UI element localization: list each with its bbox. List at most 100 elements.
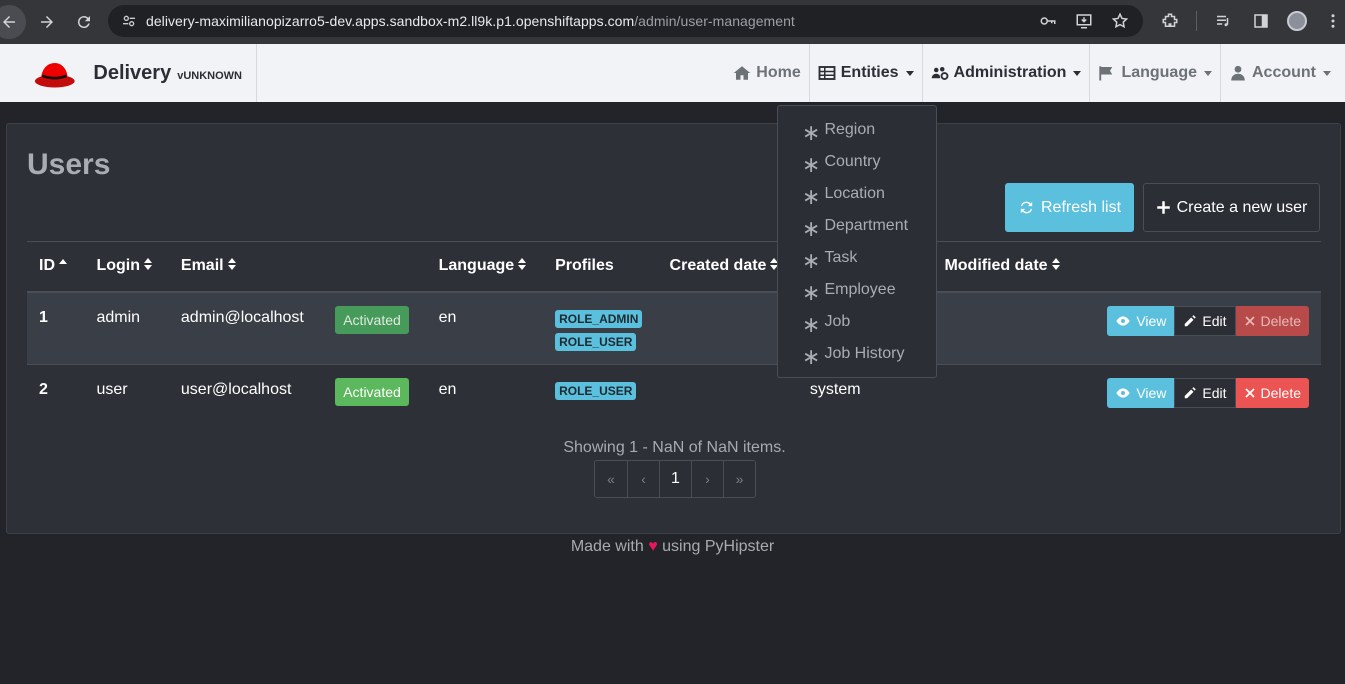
chevron-down-icon bbox=[1204, 70, 1212, 76]
create-user-button[interactable]: Create a new user bbox=[1143, 183, 1320, 232]
edit-button[interactable]: Edit bbox=[1174, 305, 1236, 336]
plus-icon bbox=[1156, 201, 1170, 214]
column-header-email[interactable]: Email bbox=[168, 241, 324, 293]
column-header-id[interactable]: ID bbox=[27, 241, 85, 293]
nav-entities-label: Entities bbox=[840, 64, 899, 81]
role-badge: ROLE_ADMIN bbox=[555, 309, 643, 328]
user-management-card: Users Refresh list Create a new user ID … bbox=[6, 123, 1341, 534]
pencil-icon bbox=[1185, 387, 1197, 399]
install-app-icon[interactable] bbox=[1073, 10, 1095, 32]
brand-version: vUNKNOWN bbox=[177, 69, 242, 82]
close-icon bbox=[1244, 388, 1255, 398]
sort-icon bbox=[143, 258, 152, 271]
chevron-down-icon bbox=[905, 70, 914, 76]
delete-button[interactable]: Delete bbox=[1235, 305, 1309, 336]
forward-button[interactable] bbox=[30, 5, 64, 39]
cell-email: user@localhost bbox=[180, 381, 292, 398]
nav-home-label: Home bbox=[756, 64, 801, 81]
app-navbar: Delivery vUNKNOWN Home Entities Administ… bbox=[0, 44, 1345, 102]
cell-language: en bbox=[438, 381, 457, 398]
flag-icon bbox=[1099, 66, 1113, 81]
menu-item-job-history[interactable]: ∗ Job History bbox=[778, 338, 936, 370]
browser-toolbar: delivery-maximilianopizarro5-dev.apps.sa… bbox=[0, 0, 1345, 44]
column-header-profiles: Profiles bbox=[543, 241, 658, 293]
cell-status: Activated bbox=[323, 365, 426, 435]
activated-badge[interactable]: Activated bbox=[335, 305, 409, 334]
nav-language-label: Language bbox=[1121, 64, 1197, 81]
reload-icon bbox=[77, 16, 90, 29]
menu-item-employee[interactable]: ∗ Employee bbox=[778, 274, 936, 306]
nav-administration-label: Administration bbox=[953, 64, 1067, 81]
divider bbox=[1196, 11, 1197, 31]
chevron-down-icon bbox=[1323, 70, 1331, 76]
column-header-language[interactable]: Language bbox=[426, 241, 544, 293]
asterisk-icon: ∗ bbox=[802, 280, 821, 305]
cell-id[interactable]: 1 bbox=[27, 291, 85, 365]
more-menu-icon[interactable] bbox=[1321, 6, 1345, 36]
users-cog-icon bbox=[931, 67, 948, 80]
menu-item-task[interactable]: ∗ Task bbox=[778, 242, 936, 274]
nav-home[interactable]: Home bbox=[725, 44, 808, 102]
asterisk-icon: ∗ bbox=[802, 120, 821, 145]
footer-suffix: using PyHipster bbox=[662, 538, 775, 555]
nav-menu: Home Entities Administration Language Ac… bbox=[725, 44, 1345, 102]
sync-icon bbox=[1020, 201, 1033, 214]
delete-button[interactable]: Delete bbox=[1235, 378, 1309, 408]
eye-icon bbox=[1116, 388, 1130, 398]
first-page-button[interactable]: « bbox=[595, 461, 627, 497]
footer: Made with ♥ using PyHipster bbox=[0, 538, 1345, 556]
last-page-button[interactable]: » bbox=[723, 461, 755, 497]
menu-item-location[interactable]: ∗ Location bbox=[778, 178, 936, 210]
role-badge: ROLE_USER bbox=[555, 332, 637, 351]
reload-button[interactable] bbox=[67, 5, 101, 39]
cell-email: admin@localhost bbox=[168, 291, 324, 365]
view-button[interactable]: View bbox=[1107, 305, 1175, 336]
cell-id[interactable]: 2 bbox=[27, 365, 84, 435]
brand-link[interactable]: Delivery vUNKNOWN bbox=[0, 44, 257, 102]
next-page-button[interactable]: › bbox=[691, 461, 723, 497]
edit-button[interactable]: Edit bbox=[1174, 378, 1236, 408]
media-icon[interactable] bbox=[1211, 6, 1235, 36]
column-header-login[interactable]: Login bbox=[84, 241, 169, 293]
page-title: Users bbox=[27, 148, 111, 181]
table-row: 2 user user@localhost Activated en ROLE_… bbox=[27, 365, 1321, 435]
refresh-list-label: Refresh list bbox=[1040, 198, 1122, 216]
sort-icon bbox=[227, 258, 236, 271]
nav-administration[interactable]: Administration bbox=[921, 44, 1090, 102]
menu-item-job[interactable]: ∗ Job bbox=[778, 306, 936, 338]
cell-profiles: ROLE_USER bbox=[543, 365, 657, 435]
heart-icon: ♥ bbox=[648, 538, 658, 555]
side-panel-icon[interactable] bbox=[1249, 6, 1273, 36]
extensions-icon[interactable] bbox=[1158, 6, 1182, 36]
cell-profiles: ROLE_ADMIN ROLE_USER bbox=[543, 291, 658, 365]
profile-avatar[interactable] bbox=[1287, 11, 1307, 31]
asterisk-icon: ∗ bbox=[802, 184, 821, 209]
url-text: delivery-maximilianopizarro5-dev.apps.sa… bbox=[146, 13, 795, 29]
nav-entities[interactable]: Entities bbox=[808, 44, 922, 102]
activated-badge[interactable]: Activated bbox=[335, 378, 409, 406]
entities-dropdown-menu: ∗ Region ∗ Country ∗ Location ∗ Department ∗… bbox=[777, 105, 937, 378]
nav-language[interactable]: Language bbox=[1089, 44, 1220, 102]
asterisk-icon: ∗ bbox=[802, 248, 821, 273]
nav-account[interactable]: Account bbox=[1220, 44, 1345, 102]
refresh-list-button[interactable]: Refresh list bbox=[1005, 183, 1134, 232]
menu-item-region[interactable]: ∗ Region bbox=[778, 114, 936, 146]
back-button[interactable] bbox=[0, 5, 26, 39]
key-icon[interactable] bbox=[1037, 10, 1059, 32]
brand-title: Delivery bbox=[93, 61, 172, 84]
column-header-actions bbox=[1095, 241, 1321, 293]
menu-item-country[interactable]: ∗ Country bbox=[778, 146, 936, 178]
view-button[interactable]: View bbox=[1107, 378, 1175, 408]
site-settings-icon[interactable] bbox=[118, 10, 140, 32]
create-user-label: Create a new user bbox=[1176, 198, 1308, 216]
bookmark-star-icon[interactable] bbox=[1109, 10, 1131, 32]
cell-login: admin bbox=[84, 291, 169, 365]
current-page-button[interactable]: 1 bbox=[659, 461, 691, 497]
column-header-modified-date[interactable]: Modified date bbox=[932, 241, 1096, 293]
arrow-left-icon bbox=[3, 16, 15, 28]
pagination-summary: Showing 1 - NaN of NaN items. bbox=[563, 439, 786, 456]
prev-page-button[interactable]: ‹ bbox=[627, 461, 659, 497]
menu-item-department[interactable]: ∗ Department bbox=[778, 210, 936, 242]
address-bar[interactable]: delivery-maximilianopizarro5-dev.apps.sa… bbox=[108, 5, 1143, 37]
cell-actions: View Edit Delete bbox=[1095, 365, 1321, 435]
